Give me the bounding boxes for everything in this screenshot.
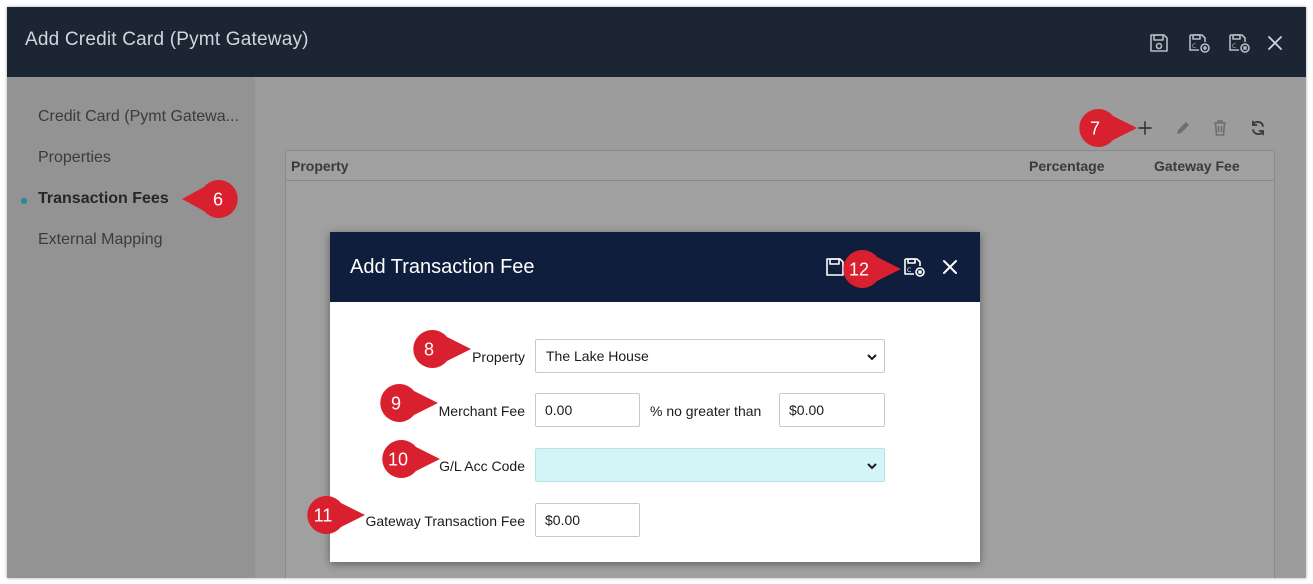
close-icon[interactable] <box>1263 31 1287 55</box>
property-select[interactable]: The Lake House <box>535 339 885 373</box>
svg-text:C: C <box>1232 43 1236 50</box>
merchant-fee-limit-text: % no greater than <box>650 403 762 419</box>
callout-12: 12 <box>833 249 901 289</box>
callout-10: 10 <box>372 439 440 479</box>
property-select-value: The Lake House <box>546 348 649 364</box>
window-titlebar: Add Credit Card (Pymt Gateway) C C <box>7 7 1306 77</box>
gateway-fee-input[interactable] <box>535 503 640 537</box>
callout-11-number: 11 <box>314 506 333 526</box>
dialog-close-icon[interactable] <box>938 255 962 279</box>
save-close-icon[interactable]: C <box>1227 31 1251 55</box>
merchant-fee-input[interactable] <box>535 393 640 427</box>
column-header-gateway-fee[interactable]: Gateway Fee <box>1154 158 1240 174</box>
refresh-icon[interactable] <box>1248 118 1268 138</box>
svg-text:C: C <box>1192 43 1196 50</box>
window-title: Add Credit Card (Pymt Gateway) <box>25 29 309 50</box>
callout-7-number: 7 <box>1090 119 1100 139</box>
active-indicator-dot <box>21 198 27 204</box>
chevron-down-icon <box>867 463 877 470</box>
sidebar-item-properties[interactable]: Properties <box>38 149 111 167</box>
grid-header: Property Percentage Gateway Fee <box>286 151 1274 181</box>
callout-8: 8 <box>403 329 471 369</box>
gl-acc-code-label: G/L Acc Code <box>439 458 525 474</box>
sidebar-item-credit-card[interactable]: Credit Card (Pymt Gatewa... <box>38 108 239 126</box>
callout-11: 11 <box>297 495 365 535</box>
sidebar: Credit Card (Pymt Gatewa... Properties T… <box>7 77 255 578</box>
callout-8-number: 8 <box>424 340 434 360</box>
callout-9-number: 9 <box>391 394 401 414</box>
merchant-fee-max-input[interactable] <box>779 393 885 427</box>
page: Add Credit Card (Pymt Gateway) C C Credi… <box>0 0 1313 584</box>
chevron-down-icon <box>867 354 877 361</box>
callout-6: 6 <box>182 179 247 219</box>
column-header-percentage[interactable]: Percentage <box>1029 158 1104 174</box>
column-header-property[interactable]: Property <box>291 158 349 174</box>
svg-text:C: C <box>907 267 911 274</box>
sidebar-item-external-mapping[interactable]: External Mapping <box>38 231 163 249</box>
gateway-fee-label: Gateway Transaction Fee <box>365 513 525 529</box>
dialog-title: Add Transaction Fee <box>350 256 535 278</box>
dialog-save-close-icon[interactable]: C <box>902 255 926 279</box>
sidebar-item-transaction-fees[interactable]: Transaction Fees <box>38 190 169 208</box>
gl-acc-code-select[interactable] <box>535 448 885 482</box>
add-credit-card-window: Add Credit Card (Pymt Gateway) C C Credi… <box>7 7 1306 578</box>
save-add-icon[interactable]: C <box>1187 31 1211 55</box>
callout-7: 7 <box>1069 108 1137 148</box>
trash-icon[interactable] <box>1210 118 1230 138</box>
pencil-icon[interactable] <box>1173 118 1193 138</box>
property-label: Property <box>472 349 525 365</box>
callout-12-number: 12 <box>849 260 869 280</box>
merchant-fee-label: Merchant Fee <box>438 403 525 419</box>
callout-6-number: 6 <box>213 190 223 210</box>
callout-9: 9 <box>370 383 438 423</box>
plus-icon[interactable] <box>1135 118 1155 138</box>
save-icon[interactable] <box>1147 31 1171 55</box>
callout-10-number: 10 <box>388 450 408 470</box>
